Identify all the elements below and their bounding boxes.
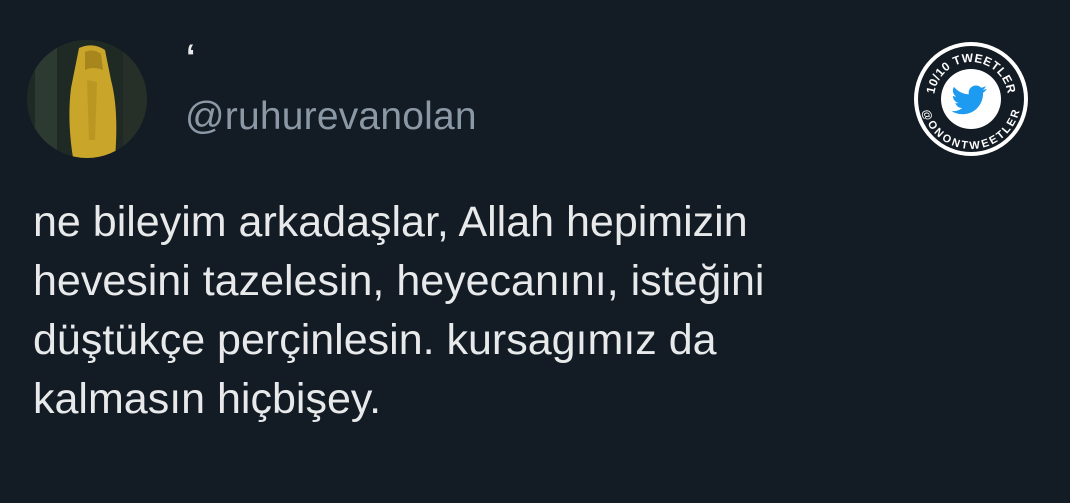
watermark-badge: 10/10 TWEETLER @ONONTWEETLER bbox=[912, 40, 1030, 158]
tweet-text: ne bileyim arkadaşlar, Allah hepimizin h… bbox=[33, 198, 765, 423]
tweet-card: ‘ @ruhurevanolan ne bileyim arkadaşlar, … bbox=[0, 0, 1070, 503]
display-name[interactable]: ‘ bbox=[186, 40, 195, 74]
user-handle[interactable]: @ruhurevanolan bbox=[185, 97, 477, 136]
avatar[interactable] bbox=[27, 40, 147, 158]
avatar-photo bbox=[27, 40, 147, 158]
